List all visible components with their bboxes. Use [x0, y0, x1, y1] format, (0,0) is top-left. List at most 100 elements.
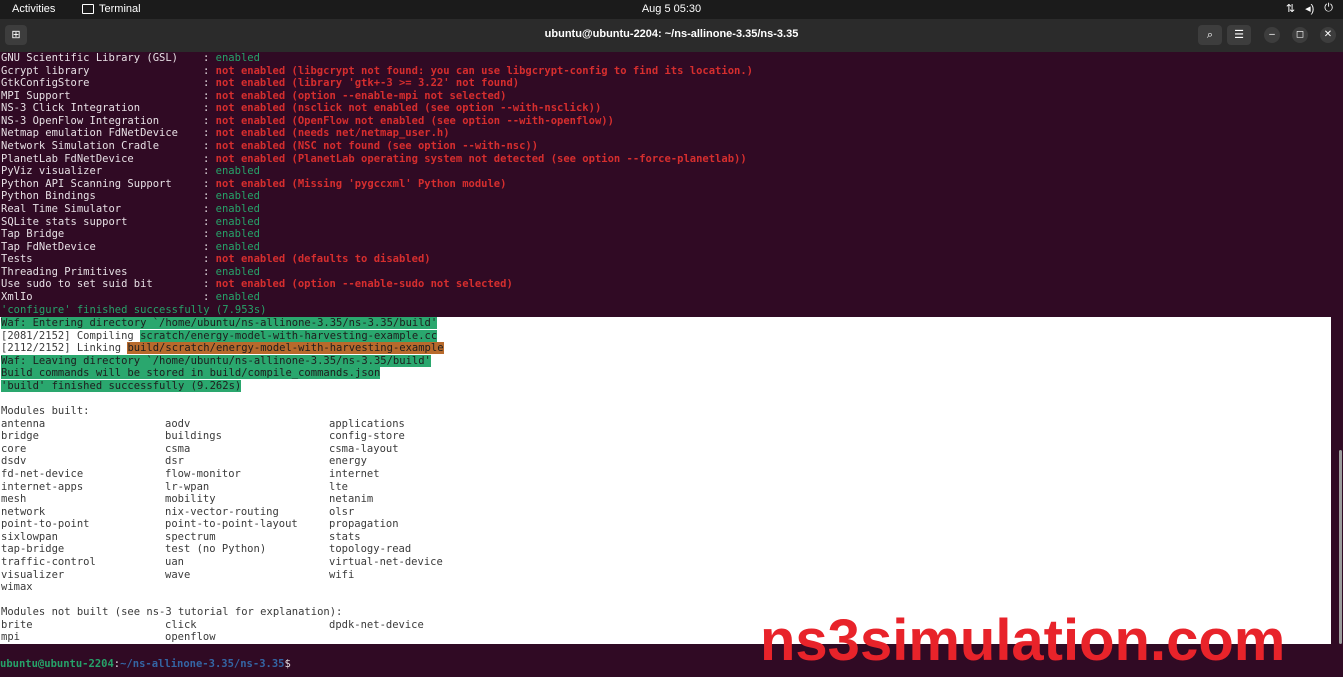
compile-file: scratch/energy-model-with-harvesting-exa… [140, 329, 438, 342]
module-row: fd-net-device flow-monitor internet [0, 468, 1331, 481]
selected-output-region[interactable]: Waf: Entering directory `/home/ubuntu/ns… [0, 317, 1331, 644]
module-name: virtual-net-device [329, 555, 443, 568]
link-prefix: [2112/2152] Linking [1, 342, 128, 355]
module-name: core [1, 442, 27, 455]
search-icon: ⌕ [1206, 29, 1214, 41]
module-name: test (no Python) [165, 543, 267, 556]
config-feature-status: not enabled (option --enable-mpi not sel… [215, 89, 507, 102]
config-feature-name: GNU Scientific Library (GSL) [1, 52, 179, 64]
config-line: Use sudo to set suid bit: not enabled (o… [0, 278, 1343, 291]
modules-built-list: antenna aodv applications bridge buildings co… [0, 418, 1331, 594]
config-separator: : [203, 278, 216, 291]
module-row: mesh mobility netanim [0, 493, 1331, 506]
module-name: csma [165, 442, 191, 455]
config-feature-status: enabled [215, 202, 260, 215]
module-name: openflow [165, 631, 216, 644]
module-name: dsr [165, 455, 184, 468]
module-name: internet [329, 467, 380, 480]
module-name: point-to-point [1, 518, 90, 531]
config-feature-name: Python API Scanning Support [1, 177, 172, 190]
watermark-text: ns3simulation.com [760, 608, 1286, 673]
close-button[interactable]: ✕ [1320, 27, 1336, 43]
prompt-path: ~/ns-allinone-3.35/ns-3.35 [120, 658, 285, 670]
config-feature-status: enabled [215, 215, 260, 228]
config-line: Threading Primitives: enabled [0, 266, 1343, 279]
module-name: click [165, 618, 197, 631]
config-separator: : [203, 228, 216, 241]
module-name: buildings [165, 430, 222, 443]
waf-leave-line: Waf: Leaving directory `/home/ubuntu/ns-… [1, 354, 431, 367]
config-line: NS-3 OpenFlow Integration: not enabled (… [0, 115, 1343, 128]
compile-prefix: [2081/2152] Compiling [1, 329, 141, 342]
config-line: NS-3 Click Integration: not enabled (nsc… [0, 102, 1343, 115]
config-separator: : [203, 64, 216, 77]
config-separator: : [203, 89, 216, 102]
network-icon[interactable]: ⇅ [1286, 2, 1295, 15]
module-row: traffic-control uan virtual-net-device [0, 556, 1331, 569]
module-row: network nix-vector-routing olsr [0, 506, 1331, 519]
minimize-button[interactable]: – [1264, 27, 1280, 43]
config-feature-status: not enabled (option --enable-sudo not se… [215, 278, 513, 291]
hamburger-icon: ☰ [1234, 29, 1244, 41]
module-name: internet-apps [1, 480, 84, 493]
module-name: fd-net-device [1, 467, 84, 480]
module-row: tap-bridge test (no Python) topology-read [0, 543, 1331, 556]
module-name: energy [329, 455, 367, 468]
config-feature-status: enabled [215, 240, 260, 253]
module-row: core csma csma-layout [0, 443, 1331, 456]
config-line: PlanetLab FdNetDevice: not enabled (Plan… [0, 153, 1343, 166]
module-name: antenna [1, 417, 46, 430]
modules-built-title: Modules built: [1, 405, 90, 418]
module-row: internet-apps lr-wpan lte [0, 481, 1331, 494]
module-name: mesh [1, 493, 27, 506]
config-separator: : [203, 127, 216, 140]
search-button[interactable]: ⌕ [1198, 25, 1222, 45]
maximize-button[interactable]: ◻ [1292, 27, 1308, 43]
module-row: sixlowpan spectrum stats [0, 531, 1331, 544]
config-feature-name: Gcrypt library [1, 64, 90, 77]
config-separator: : [203, 114, 216, 127]
config-line: SQLite stats support: enabled [0, 216, 1343, 229]
config-feature-name: Use sudo to set suid bit [1, 278, 153, 291]
config-feature-status: not enabled (OpenFlow not enabled (see o… [215, 114, 614, 127]
prompt-user: ubuntu@ubuntu-2204 [0, 658, 114, 670]
config-feature-name: Tests [1, 253, 33, 266]
scrollbar-thumb[interactable] [1339, 450, 1342, 644]
config-line: PyViz visualizer: enabled [0, 165, 1343, 178]
power-icon[interactable]: ⏻ [1324, 2, 1333, 15]
system-tray[interactable]: ⇅ ◂) ⏻ [1286, 2, 1333, 15]
module-name: wave [165, 568, 191, 581]
clock[interactable]: Aug 5 05:30 [0, 3, 1343, 15]
config-feature-status: not enabled (nsclick not enabled (see op… [215, 102, 602, 115]
config-line: Tap FdNetDevice: enabled [0, 241, 1343, 254]
config-line: GNU Scientific Library (GSL): enabled [0, 52, 1343, 65]
module-name: dpdk-net-device [329, 618, 424, 631]
build-finished-line: 'build' finished successfully (9.262s) [1, 379, 242, 392]
config-feature-name: MPI Support [1, 89, 71, 102]
config-line: Network Simulation Cradle: not enabled (… [0, 140, 1343, 153]
terminal-header-bar: ⊞ ubuntu@ubuntu-2204: ~/ns-allinone-3.35… [0, 19, 1343, 52]
module-name: stats [329, 530, 361, 543]
shell-prompt[interactable]: ubuntu@ubuntu-2204:~/ns-allinone-3.35/ns… [0, 658, 291, 671]
module-name: lr-wpan [165, 480, 210, 493]
module-name: mobility [165, 493, 216, 506]
config-feature-name: PlanetLab FdNetDevice [1, 152, 134, 165]
volume-icon[interactable]: ◂) [1305, 2, 1314, 15]
module-name: mpi [1, 631, 20, 644]
config-feature-status: not enabled (needs net/netmap_user.h) [215, 127, 450, 140]
module-name: tap-bridge [1, 543, 65, 556]
config-feature-status: not enabled (PlanetLab operating system … [215, 152, 747, 165]
menu-button[interactable]: ☰ [1227, 25, 1251, 45]
configure-finished-line: 'configure' finished successfully (7.953… [1, 303, 267, 316]
module-row: visualizer wave wifi [0, 569, 1331, 582]
module-row: antenna aodv applications [0, 418, 1331, 431]
window-title: ubuntu@ubuntu-2204: ~/ns-allinone-3.35/n… [544, 28, 799, 40]
prompt-symbol: $ [284, 658, 291, 670]
module-name: nix-vector-routing [165, 505, 279, 518]
config-feature-name: Threading Primitives [1, 265, 128, 278]
module-name: config-store [329, 430, 405, 443]
module-name: topology-read [329, 543, 412, 556]
config-separator: : [203, 165, 216, 178]
config-separator: : [203, 140, 216, 153]
module-name: point-to-point-layout [165, 518, 298, 531]
